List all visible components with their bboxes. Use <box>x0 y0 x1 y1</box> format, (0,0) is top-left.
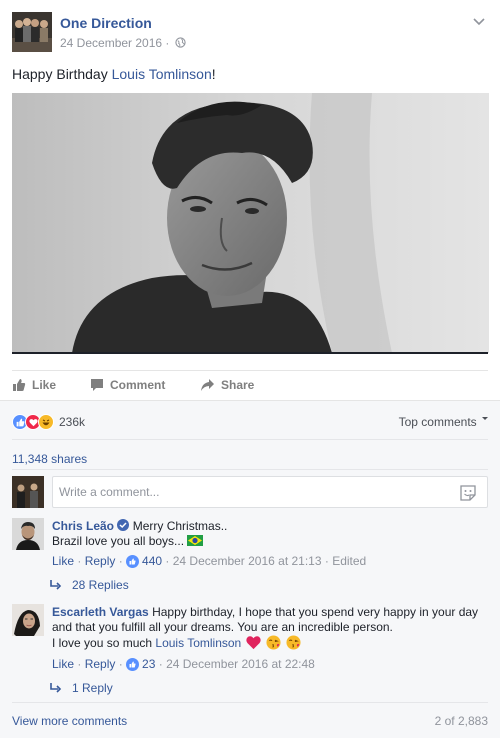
like-label: Like <box>32 378 57 392</box>
comment-like-link[interactable]: Like <box>52 657 74 671</box>
comment-label: Comment <box>110 378 166 392</box>
divider <box>12 469 488 470</box>
post-card: One Direction 24 December 2016 · Happy B… <box>0 0 500 738</box>
replies-count: 28 Replies <box>72 578 129 592</box>
divider <box>12 702 488 703</box>
divider <box>12 370 488 371</box>
comment-body: Escarleth Vargas Happy birthday, I hope … <box>52 605 482 651</box>
comment-button[interactable]: Comment <box>90 378 165 392</box>
haha-reaction-icon <box>38 414 54 430</box>
kissing-face-icon <box>286 635 301 650</box>
comment-timestamp[interactable]: 24 December 2016 at 21:13 <box>173 554 322 568</box>
comment-body: Chris Leão Merry Christmas.. Brazil love… <box>52 519 482 549</box>
globe-icon <box>175 37 186 48</box>
reactions-summary[interactable]: 236k <box>12 414 85 430</box>
photo-bottom-border <box>12 352 488 354</box>
top-comments-dropdown[interactable]: Top comments <box>399 415 488 429</box>
thumbs-up-icon <box>13 379 26 391</box>
post-header: One Direction 24 December 2016 · <box>12 12 488 52</box>
tagged-person-link[interactable]: Louis Tomlinson <box>112 66 212 82</box>
post-date[interactable]: 24 December 2016 <box>60 36 162 50</box>
edited-label[interactable]: Edited <box>332 554 366 568</box>
like-button[interactable]: Like <box>12 378 56 392</box>
comment-reply-link[interactable]: Reply <box>85 657 116 671</box>
kissing-face-icon <box>266 635 281 650</box>
view-replies-link[interactable]: 28 Replies <box>50 578 129 592</box>
sticker-icon[interactable] <box>459 484 477 502</box>
comment-text: Brazil love you all boys... <box>52 534 185 548</box>
comment-author-avatar[interactable] <box>12 604 44 636</box>
chevron-down-icon[interactable] <box>472 14 486 28</box>
comment-author-name[interactable]: Escarleth Vargas <box>52 605 149 619</box>
comment-input[interactable] <box>59 485 439 499</box>
verified-badge-icon <box>117 519 130 531</box>
comment-text: Merry Christmas.. <box>132 519 228 533</box>
comment-reply-link[interactable]: Reply <box>85 554 116 568</box>
like-badge-icon <box>126 554 140 568</box>
comment-author-avatar[interactable] <box>12 518 44 550</box>
top-comments-label: Top comments <box>398 415 477 429</box>
comments-pagination-count: 2 of 2,883 <box>434 714 488 728</box>
post-text-suffix: ! <box>211 66 216 82</box>
replies-count: 1 Reply <box>72 681 113 695</box>
comment-author-name[interactable]: Chris Leão <box>52 519 114 533</box>
comment-like-link[interactable]: Like <box>52 554 74 568</box>
comment-like-count[interactable]: 440 <box>142 554 162 568</box>
share-button[interactable]: Share <box>200 378 254 392</box>
post-text: Happy Birthday Louis Tomlinson! <box>12 66 216 82</box>
shares-count[interactable]: 11,348 shares <box>12 452 87 466</box>
reaction-count: 236k <box>59 415 86 429</box>
caret-down-icon <box>482 417 488 420</box>
comment-text: I love you so much <box>52 636 156 650</box>
view-replies-link[interactable]: 1 Reply <box>50 681 113 695</box>
reply-arrow-icon <box>50 683 62 693</box>
divider <box>12 439 488 440</box>
red-heart-icon <box>245 636 261 650</box>
share-arrow-icon <box>201 379 214 391</box>
meta-separator: · <box>165 36 170 50</box>
comment-actions: Like · Reply · 440 · 24 December 2016 at… <box>52 554 367 568</box>
current-user-avatar <box>12 476 44 508</box>
post-photo[interactable] <box>12 93 489 353</box>
comment-actions: Like · Reply · 23 · 24 December 2016 at … <box>52 657 315 671</box>
comment-like-count[interactable]: 23 <box>142 657 155 671</box>
like-badge-icon <box>126 657 140 671</box>
brazil-flag-icon <box>187 535 204 546</box>
share-label: Share <box>221 378 255 392</box>
page-name[interactable]: One Direction <box>60 15 152 31</box>
comment-composer[interactable] <box>52 476 488 508</box>
view-more-comments-link[interactable]: View more comments <box>12 714 127 728</box>
reply-arrow-icon <box>50 580 62 590</box>
tagged-person-link[interactable]: Louis Tomlinson <box>155 636 241 650</box>
post-text-prefix: Happy Birthday <box>12 66 112 82</box>
post-meta: 24 December 2016 · <box>60 36 186 50</box>
page-avatar[interactable] <box>12 12 52 52</box>
comment-timestamp[interactable]: 24 December 2016 at 22:48 <box>166 657 315 671</box>
comment-icon <box>91 379 103 391</box>
